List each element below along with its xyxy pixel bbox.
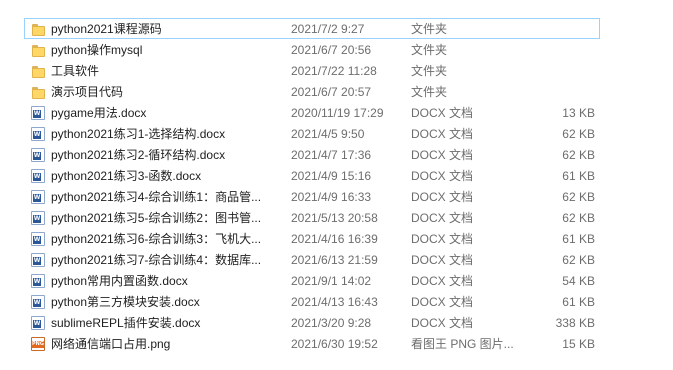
file-size: 13 KB <box>562 106 595 120</box>
file-row[interactable]: python2021练习4-综合训练1：商品管... 2021/4/9 16:33… <box>24 186 600 207</box>
folder-icon <box>31 22 45 36</box>
file-size: 54 KB <box>562 274 595 288</box>
file-type: 文件夹 <box>411 85 448 99</box>
folder-icon <box>31 43 45 57</box>
file-name: python2021练习6-综合训练3：飞机大... <box>51 232 262 246</box>
file-size: 61 KB <box>562 169 595 183</box>
file-size: 338 KB <box>555 316 595 330</box>
file-row[interactable]: python2021练习5-综合训练2：图书管... 2021/5/13 20:5… <box>24 207 600 228</box>
file-size: 62 KB <box>562 253 595 267</box>
file-name: 演示项目代码 <box>51 85 124 99</box>
file-row[interactable]: 演示项目代码 2021/6/7 20:57 文件夹 <box>24 81 600 102</box>
file-name: python2021练习5-综合训练2：图书管... <box>51 211 262 225</box>
docx-icon <box>31 148 45 162</box>
file-modified-date: 2021/6/30 19:52 <box>291 337 378 351</box>
file-list: python2021课程源码 2021/7/2 9:27 文件夹 python操作my… <box>24 18 600 354</box>
file-modified-date: 2020/11/19 17:29 <box>291 106 384 120</box>
docx-icon <box>31 253 45 267</box>
docx-icon <box>31 232 45 246</box>
file-row[interactable]: python2021练习6-综合训练3：飞机大... 2021/4/16 16:3… <box>24 228 600 249</box>
file-modified-date: 2021/6/7 20:57 <box>291 85 372 99</box>
docx-icon <box>31 295 45 309</box>
file-modified-date: 2021/4/13 16:43 <box>291 295 378 309</box>
docx-icon <box>31 169 45 183</box>
file-modified-date: 2021/4/7 17:36 <box>291 148 372 162</box>
file-name: python2021练习3-函数.docx <box>51 169 202 183</box>
file-modified-date: 2021/9/1 14:02 <box>291 274 372 288</box>
file-size: 62 KB <box>562 211 595 225</box>
file-size: 15 KB <box>562 337 595 351</box>
file-name: python2021练习2-循环结构.docx <box>51 148 226 162</box>
file-modified-date: 2021/5/13 20:58 <box>291 211 378 225</box>
file-modified-date: 2021/4/5 9:50 <box>291 127 365 141</box>
file-size: 62 KB <box>562 190 595 204</box>
file-name: python常用内置函数.docx <box>51 274 188 288</box>
file-name: python第三方模块安装.docx <box>51 295 200 309</box>
file-type: DOCX 文档 <box>411 232 474 246</box>
file-modified-date: 2021/7/22 11:28 <box>291 64 377 78</box>
file-modified-date: 2021/3/20 9:28 <box>291 316 372 330</box>
file-type: DOCX 文档 <box>411 190 474 204</box>
file-size: 62 KB <box>562 148 595 162</box>
file-name: python2021练习7-综合训练4：数据库... <box>51 253 262 267</box>
folder-icon <box>31 64 45 78</box>
docx-icon <box>31 190 45 204</box>
file-row[interactable]: python2021练习1-选择结构.docx 2021/4/5 9:50 DOCX… <box>24 123 600 144</box>
file-size: 61 KB <box>562 232 595 246</box>
file-name: sublimeREPL插件安装.docx <box>51 316 201 330</box>
file-modified-date: 2021/7/2 9:27 <box>291 22 365 36</box>
file-modified-date: 2021/4/9 16:33 <box>291 190 372 204</box>
file-row[interactable]: python2021课程源码 2021/7/2 9:27 文件夹 <box>24 18 600 39</box>
file-type: DOCX 文档 <box>411 169 474 183</box>
file-type: DOCX 文档 <box>411 253 474 267</box>
file-type: DOCX 文档 <box>411 295 474 309</box>
docx-icon <box>31 127 45 141</box>
file-name: python2021课程源码 <box>51 22 162 36</box>
file-modified-date: 2021/4/9 15:16 <box>291 169 372 183</box>
file-row[interactable]: python2021练习3-函数.docx 2021/4/9 15:16 DOCX … <box>24 165 600 186</box>
file-row[interactable]: python常用内置函数.docx 2021/9/1 14:02 DOCX 文档 54… <box>24 270 600 291</box>
file-row[interactable]: pygame用法.docx 2020/11/19 17:29 DOCX 文档 13 K… <box>24 102 600 123</box>
file-type: DOCX 文档 <box>411 316 474 330</box>
file-row[interactable]: python第三方模块安装.docx 2021/4/13 16:43 DOCX 文档… <box>24 291 600 312</box>
file-type: 文件夹 <box>411 22 448 36</box>
docx-icon <box>31 211 45 225</box>
file-size: 61 KB <box>562 295 595 309</box>
png-icon <box>31 337 45 351</box>
file-type: DOCX 文档 <box>411 211 474 225</box>
file-name: python2021练习4-综合训练1：商品管... <box>51 190 262 204</box>
folder-icon <box>31 85 45 99</box>
file-modified-date: 2021/6/13 21:59 <box>291 253 378 267</box>
docx-icon <box>31 274 45 288</box>
file-type: DOCX 文档 <box>411 127 474 141</box>
file-row[interactable]: 网络通信端口占用.png 2021/6/30 19:52 看图王 PNG 图片...… <box>24 333 600 354</box>
docx-icon <box>31 316 45 330</box>
file-type: DOCX 文档 <box>411 106 474 120</box>
file-name: 工具软件 <box>51 64 100 78</box>
file-modified-date: 2021/6/7 20:56 <box>291 43 372 57</box>
file-name: pygame用法.docx <box>51 106 147 120</box>
file-row[interactable]: 工具软件 2021/7/22 11:28 文件夹 <box>24 60 600 81</box>
file-size: 62 KB <box>562 127 595 141</box>
file-type: 文件夹 <box>411 43 448 57</box>
file-row[interactable]: python操作mysql 2021/6/7 20:56 文件夹 <box>24 39 600 60</box>
file-row[interactable]: python2021练习2-循环结构.docx 2021/4/7 17:36 DOC… <box>24 144 600 165</box>
file-modified-date: 2021/4/16 16:39 <box>291 232 378 246</box>
file-type: DOCX 文档 <box>411 274 474 288</box>
file-name: python操作mysql <box>51 43 143 57</box>
file-name: python2021练习1-选择结构.docx <box>51 127 226 141</box>
file-type: 看图王 PNG 图片... <box>411 337 514 351</box>
file-row[interactable]: python2021练习7-综合训练4：数据库... 2021/6/13 21:5… <box>24 249 600 270</box>
file-type: DOCX 文档 <box>411 148 474 162</box>
file-row[interactable]: sublimeREPL插件安装.docx 2021/3/20 9:28 DOCX 文… <box>24 312 600 333</box>
file-type: 文件夹 <box>411 64 448 78</box>
docx-icon <box>31 106 45 120</box>
file-name: 网络通信端口占用.png <box>51 337 171 351</box>
